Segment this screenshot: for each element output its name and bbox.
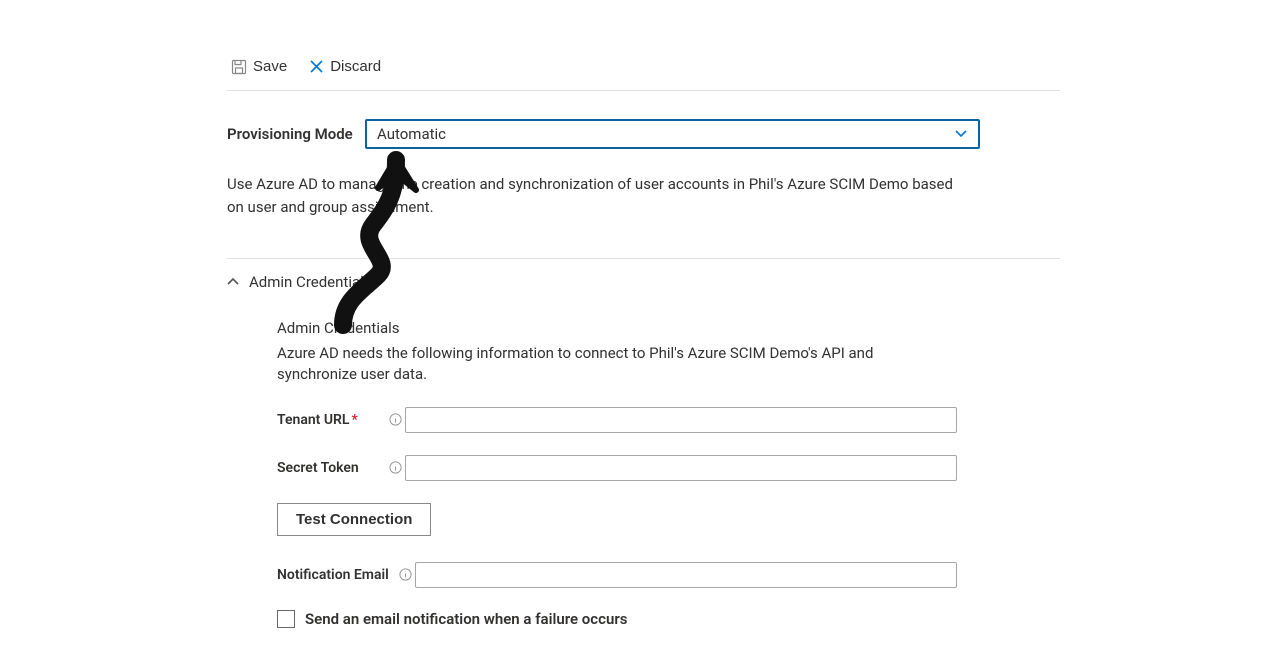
provisioning-mode-label: Provisioning Mode — [227, 125, 355, 143]
notification-email-label: Notification Email — [277, 567, 395, 583]
admin-credentials-description: Azure AD needs the following information… — [277, 343, 957, 385]
admin-credentials-collapser-label: Admin Credentials — [249, 273, 372, 291]
admin-credentials-section: Admin Credentials Azure AD needs the fol… — [277, 319, 957, 628]
discard-button[interactable]: Discard — [305, 56, 385, 77]
tenant-url-row: Tenant URL* — [277, 407, 957, 433]
provisioning-mode-value: Automatic — [377, 125, 954, 143]
info-icon[interactable] — [385, 413, 405, 426]
save-label: Save — [253, 58, 287, 75]
info-icon[interactable] — [395, 568, 415, 581]
admin-credentials-collapser[interactable]: Admin Credentials — [227, 273, 1060, 291]
provisioning-mode-row: Provisioning Mode Automatic — [227, 119, 1060, 149]
command-bar: Save Discard — [227, 55, 1060, 91]
save-icon — [231, 59, 247, 75]
discard-label: Discard — [330, 58, 381, 75]
provisioning-description: Use Azure AD to manage the creation and … — [227, 173, 972, 220]
failure-notification-checkbox-row[interactable]: Send an email notification when a failur… — [277, 610, 957, 628]
secret-token-row: Secret Token — [277, 455, 957, 481]
notification-email-input[interactable] — [415, 562, 957, 588]
provisioning-mode-select[interactable]: Automatic — [365, 119, 980, 149]
tenant-url-input[interactable] — [405, 407, 957, 433]
required-indicator: * — [352, 412, 358, 428]
failure-notification-checkbox-label: Send an email notification when a failur… — [305, 610, 627, 628]
test-connection-button[interactable]: Test Connection — [277, 503, 431, 536]
save-button[interactable]: Save — [227, 56, 291, 77]
info-icon[interactable] — [385, 461, 405, 474]
secret-token-input[interactable] — [405, 455, 957, 481]
secret-token-label: Secret Token — [277, 460, 385, 476]
admin-credentials-title: Admin Credentials — [277, 319, 957, 337]
close-icon — [309, 59, 324, 74]
notification-email-row: Notification Email — [277, 562, 957, 588]
failure-notification-checkbox[interactable] — [277, 610, 295, 628]
tenant-url-label: Tenant URL* — [277, 412, 385, 428]
chevron-down-icon — [954, 129, 968, 139]
chevron-up-icon — [227, 277, 239, 287]
section-divider — [227, 258, 1060, 259]
